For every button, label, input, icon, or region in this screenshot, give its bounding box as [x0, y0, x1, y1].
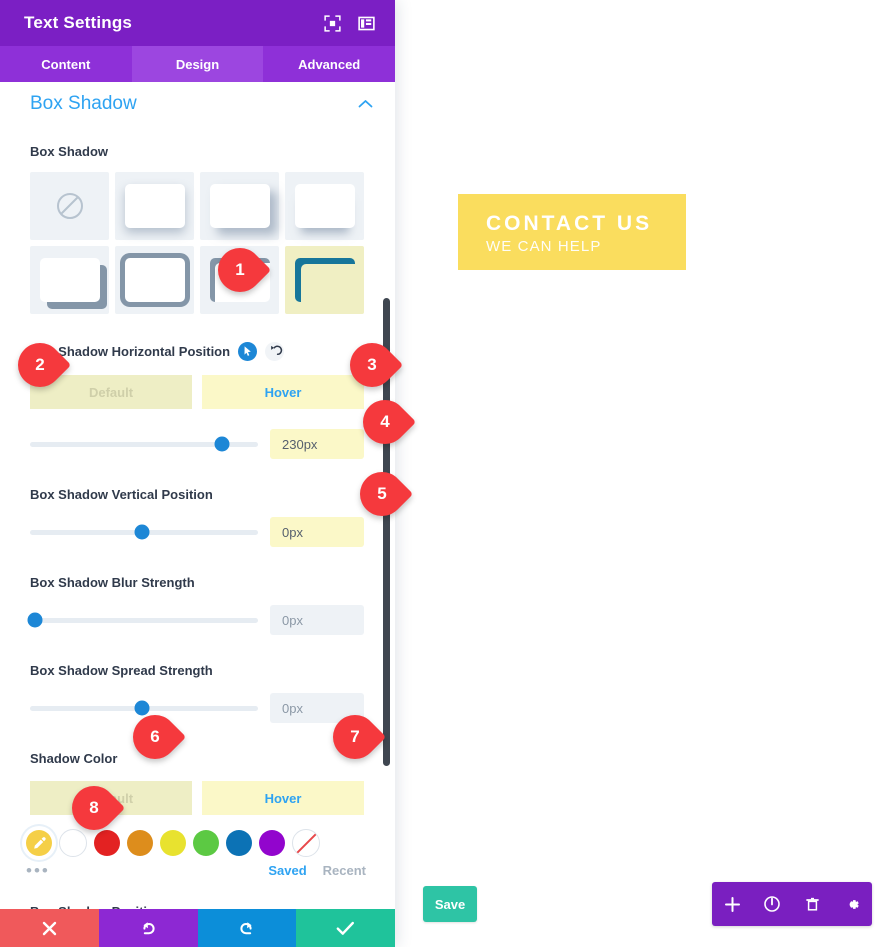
slider-knob[interactable]	[134, 700, 150, 716]
more-colors-button[interactable]: •••	[26, 862, 252, 879]
horizontal-position-slider-row: 230px	[30, 429, 364, 459]
blur-strength-label: Box Shadow Blur Strength	[30, 575, 195, 590]
swatch-orange[interactable]	[127, 830, 153, 856]
preset-offset-blur[interactable]	[200, 172, 279, 240]
recent-colors-link[interactable]: Recent	[323, 863, 366, 878]
preset-inner-corner[interactable]	[285, 246, 364, 314]
blur-strength-slider-row: 0px	[27, 605, 364, 635]
horizontal-position-input[interactable]: 230px	[270, 429, 364, 459]
cursor-pointer-icon[interactable]	[238, 342, 258, 361]
shadow-color-state-toggle: Default Hover	[30, 781, 364, 815]
spread-strength-label: Box Shadow Spread Strength	[30, 663, 213, 678]
page-settings-toolbar	[712, 882, 872, 926]
preset-thumb	[294, 184, 355, 228]
gear-icon[interactable]	[837, 889, 867, 919]
horizontal-position-label: Box Shadow Horizontal Position	[30, 343, 231, 359]
preset-thumb	[124, 184, 185, 228]
horizontal-default-tab[interactable]: Default	[30, 375, 192, 409]
preset-hard-offset[interactable]	[30, 246, 109, 314]
undo-action[interactable]	[98, 909, 198, 947]
tab-advanced[interactable]: Advanced	[263, 46, 395, 82]
box-shadow-label: Box Shadow	[30, 144, 109, 159]
preset-soft-drop[interactable]	[115, 172, 194, 240]
toggle-gap	[192, 781, 202, 815]
swatch-green[interactable]	[193, 830, 219, 856]
undo-icon	[143, 921, 155, 934]
module-subtitle: WE CAN HELP	[486, 238, 602, 255]
horizontal-position-slider[interactable]	[30, 436, 258, 452]
preset-thumb	[209, 258, 270, 302]
add-icon[interactable]	[717, 889, 747, 919]
panel-tabs: Content Design Advanced	[0, 46, 395, 82]
preset-none[interactable]	[30, 172, 109, 240]
saved-colors-link[interactable]: Saved	[268, 863, 306, 878]
box-shadow-section-header[interactable]: Box Shadow	[0, 82, 395, 122]
preset-thumb	[39, 258, 100, 302]
trash-icon[interactable]	[797, 889, 827, 919]
blur-strength-input[interactable]: 0px	[270, 605, 364, 635]
panel-body: Box Shadow Box Shadow Box Shadow Horizon…	[0, 82, 395, 947]
shadow-color-hover-tab[interactable]: Hover	[202, 781, 364, 815]
swatch-red[interactable]	[94, 830, 120, 856]
close-icon	[42, 921, 57, 935]
panel-scrollbar[interactable]	[383, 298, 390, 766]
spread-strength-slider-row: 0px	[30, 693, 364, 723]
slider-knob[interactable]	[27, 612, 43, 628]
reset-icon[interactable]	[265, 342, 285, 361]
slider-knob[interactable]	[134, 524, 150, 540]
preset-outline[interactable]	[115, 246, 194, 314]
eyedropper-icon	[33, 836, 46, 849]
vertical-position-label: Box Shadow Vertical Position	[30, 487, 213, 502]
power-icon[interactable]	[757, 889, 787, 919]
save-button[interactable]: Save	[423, 886, 477, 922]
vertical-position-slider-row: 0px	[30, 517, 364, 547]
swatch-blue[interactable]	[226, 830, 252, 856]
close-action[interactable]	[0, 909, 99, 947]
text-settings-panel: Text Settings Content Design Advanced Bo…	[0, 0, 395, 947]
vertical-position-slider[interactable]	[30, 524, 258, 540]
tab-content[interactable]: Content	[0, 46, 132, 82]
spread-strength-slider[interactable]	[30, 700, 258, 716]
shadow-color-label: Shadow Color	[30, 751, 118, 766]
section-title: Box Shadow	[30, 93, 137, 114]
box-shadow-preset-grid	[30, 172, 364, 314]
preset-thumb	[294, 258, 355, 302]
focus-icon[interactable]	[319, 10, 345, 36]
confirm-action[interactable]	[296, 909, 395, 947]
swatch-none[interactable]	[292, 829, 320, 857]
shadow-color-default-tab[interactable]: Default	[30, 781, 192, 815]
horizontal-position-state-toggle: Default Hover	[30, 375, 364, 409]
contact-us-module[interactable]: CONTACT US WE CAN HELP	[458, 194, 686, 270]
slider-knob[interactable]	[214, 436, 230, 452]
swatch-yellow[interactable]	[160, 830, 186, 856]
redo-icon	[240, 921, 252, 934]
layout-panel-icon[interactable]	[353, 10, 379, 36]
color-swatch-row	[26, 829, 366, 857]
redo-action[interactable]	[197, 909, 297, 947]
preset-thumb	[209, 184, 270, 228]
swatch-meta-row: ••• Saved Recent	[26, 862, 366, 879]
preset-bottom-blur[interactable]	[285, 172, 364, 240]
color-picker-swatch[interactable]	[26, 830, 52, 856]
panel-title: Text Settings	[24, 13, 133, 32]
swatch-purple[interactable]	[259, 830, 285, 856]
toggle-gap	[192, 375, 202, 409]
preset-inner-top-left[interactable]	[200, 246, 279, 314]
check-icon	[336, 921, 355, 935]
module-title: CONTACT US	[486, 212, 653, 235]
panel-action-bar	[0, 909, 395, 947]
panel-header: Text Settings	[0, 0, 395, 46]
preset-thumb	[124, 258, 185, 302]
vertical-position-input[interactable]: 0px	[270, 517, 364, 547]
tab-design[interactable]: Design	[131, 46, 264, 82]
spread-strength-input[interactable]: 0px	[270, 693, 364, 723]
horizontal-hover-tab[interactable]: Hover	[202, 375, 364, 409]
chevron-up-icon[interactable]	[358, 97, 373, 112]
swatch-white[interactable]	[59, 829, 87, 857]
no-shadow-icon	[56, 193, 83, 219]
blur-strength-slider[interactable]	[27, 612, 258, 628]
